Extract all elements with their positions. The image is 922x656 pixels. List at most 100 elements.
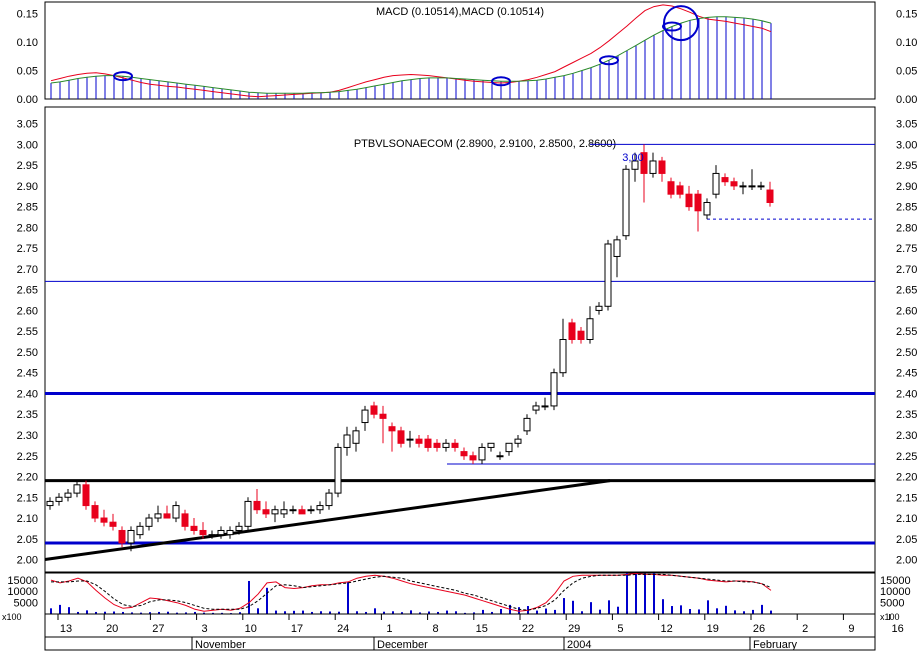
price-tick-right: 2.95 bbox=[896, 160, 917, 172]
candle-body bbox=[721, 177, 729, 183]
candle-body bbox=[559, 339, 567, 374]
candle-body bbox=[748, 185, 756, 188]
candle-body bbox=[325, 492, 333, 507]
price-tick-right: 2.80 bbox=[896, 222, 917, 234]
candle-body bbox=[163, 513, 171, 519]
x-tick-label: 5 bbox=[617, 623, 623, 635]
candle-body bbox=[316, 505, 324, 511]
trendline bbox=[44, 479, 611, 562]
candle-body bbox=[55, 496, 63, 502]
x-tick-label: 27 bbox=[152, 623, 164, 635]
candle-body bbox=[298, 509, 306, 515]
price-tick-right: 3.05 bbox=[896, 119, 917, 131]
price-tick-left: 2.25 bbox=[17, 451, 38, 463]
macd-tick-left: 0.10 bbox=[17, 37, 38, 49]
x-month-label: 2004 bbox=[567, 639, 591, 651]
candle-body bbox=[712, 172, 720, 195]
price-tick-left: 2.75 bbox=[17, 243, 38, 255]
candle-body bbox=[82, 484, 90, 507]
chart-window: MACD (0.10514),MACD (0.10514) 0.15 0.10 0.… bbox=[0, 0, 922, 651]
price-tick-left: 2.10 bbox=[17, 513, 38, 525]
candle-body bbox=[694, 193, 702, 212]
candle-body bbox=[649, 160, 657, 174]
price-tick-left: 2.65 bbox=[17, 285, 38, 297]
x-tick-label: 13 bbox=[60, 623, 72, 635]
price-tick-left: 2.30 bbox=[17, 430, 38, 442]
volume-bars bbox=[50, 573, 772, 614]
candle-body bbox=[91, 505, 99, 519]
price-tick-right: 2.05 bbox=[896, 534, 917, 546]
macd-tick-left: 0.05 bbox=[17, 65, 38, 77]
price-tick-right: 2.50 bbox=[896, 347, 917, 359]
macd-tick-right: 0.05 bbox=[896, 65, 917, 77]
candle-body bbox=[199, 529, 207, 536]
candle-body bbox=[208, 534, 216, 537]
price-tick-right: 2.15 bbox=[896, 492, 917, 504]
candle-body bbox=[451, 442, 459, 448]
price-title: PTBVLSONAECOM (2.8900, 2.9100, 2.8500, 2… bbox=[354, 138, 616, 150]
x-month-label: December bbox=[377, 639, 428, 651]
candle-body bbox=[388, 426, 396, 432]
x-tick-label: 20 bbox=[106, 623, 118, 635]
macd-tick-right: 0.10 bbox=[896, 37, 917, 49]
volume-multiplier-label-left: x100 bbox=[2, 612, 22, 622]
candle-body bbox=[118, 529, 126, 544]
candle-body bbox=[703, 201, 711, 216]
price-tick-left: 2.70 bbox=[17, 264, 38, 276]
candle-body bbox=[460, 451, 468, 457]
price-tick-left: 2.55 bbox=[17, 326, 38, 338]
price-candles bbox=[46, 144, 774, 552]
price-tick-left: 2.15 bbox=[17, 492, 38, 504]
candle-body bbox=[154, 513, 162, 519]
candle-body bbox=[478, 446, 486, 461]
price-tick-right: 2.35 bbox=[896, 409, 917, 421]
price-tick-right: 2.75 bbox=[896, 243, 917, 255]
macd-tick-left: 0.15 bbox=[17, 8, 38, 20]
x-tick-label: 2 bbox=[802, 623, 808, 635]
price-tick-left: 2.90 bbox=[17, 181, 38, 193]
price-tick-left: 3.05 bbox=[17, 119, 38, 131]
candle-body bbox=[442, 442, 450, 448]
price-tick-left: 2.40 bbox=[17, 388, 38, 400]
candle-body bbox=[667, 181, 675, 195]
candle-body bbox=[424, 438, 432, 448]
candle-body bbox=[496, 455, 504, 458]
candle-body bbox=[730, 181, 738, 187]
candle-body bbox=[541, 405, 549, 408]
candle-body bbox=[406, 438, 414, 441]
volume-tick-left: 15000 bbox=[7, 575, 38, 587]
price-tick-right: 2.40 bbox=[896, 388, 917, 400]
candle-body bbox=[514, 438, 522, 444]
macd-tick-left: 0.00 bbox=[17, 94, 38, 106]
candle-body bbox=[181, 513, 189, 527]
price-tick-right: 2.20 bbox=[896, 472, 917, 484]
candle-body bbox=[289, 509, 297, 512]
x-tick-label: 22 bbox=[522, 623, 534, 635]
price-y-axis-right: 3.05 3.00 2.95 2.90 2.85 2.80 2.75 2.70 2.65 2.60… bbox=[896, 119, 917, 567]
candle-body bbox=[433, 442, 441, 448]
price-tick-left: 2.95 bbox=[17, 160, 38, 172]
x-tick-label: 15 bbox=[476, 623, 488, 635]
candle-body bbox=[352, 430, 360, 444]
candle-body bbox=[145, 517, 153, 527]
volume-y-axis-right: 15000100005000 bbox=[880, 575, 911, 610]
candle-body bbox=[757, 185, 765, 188]
candle-body bbox=[127, 529, 135, 544]
price-tick-left: 2.80 bbox=[17, 222, 38, 234]
x-tick-label: 24 bbox=[337, 623, 349, 635]
price-y-axis-left: 3.05 3.00 2.95 2.90 2.85 2.80 2.75 2.70 2.65 2.60… bbox=[17, 119, 38, 567]
x-tick-label: 17 bbox=[291, 623, 303, 635]
candle-body bbox=[676, 185, 684, 195]
candle-body bbox=[577, 330, 585, 341]
candle-body bbox=[217, 529, 225, 536]
macd-tick-right: 0.00 bbox=[896, 94, 917, 106]
macd-tick-right: 0.15 bbox=[896, 8, 917, 20]
candle-body bbox=[370, 405, 378, 415]
candle-body bbox=[532, 405, 540, 411]
x-tick-label: 12 bbox=[660, 623, 672, 635]
candle-body bbox=[586, 318, 594, 340]
chart-canvas: MACD (0.10514),MACD (0.10514) 0.150.100.… bbox=[2, 1, 917, 651]
candle-body bbox=[469, 455, 477, 461]
candle-body bbox=[172, 505, 180, 519]
candle-body bbox=[505, 442, 513, 453]
